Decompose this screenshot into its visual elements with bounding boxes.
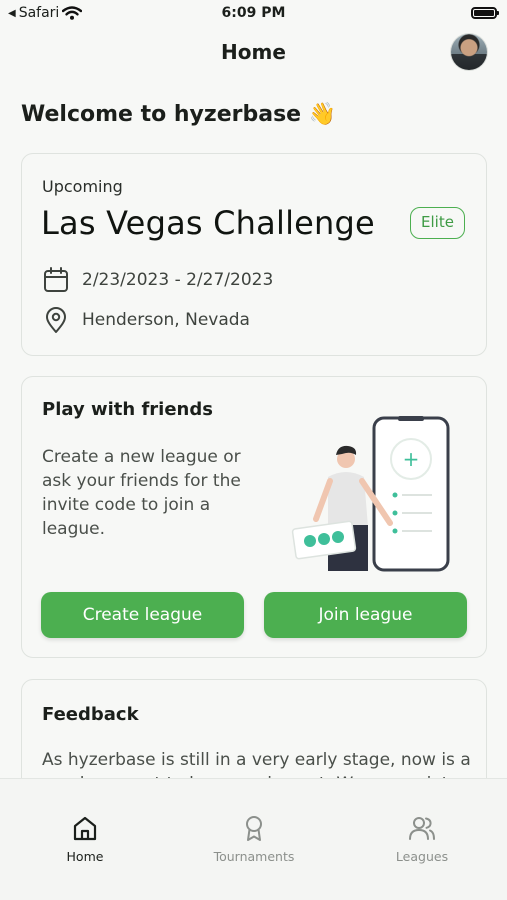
event-location-row: Henderson, Nevada	[42, 306, 250, 334]
tab-bar: Home Tournaments Leagues	[0, 778, 507, 900]
tab-tournaments[interactable]: Tournaments	[174, 813, 334, 864]
location-pin-icon	[46, 307, 66, 333]
home-icon	[73, 816, 97, 841]
create-league-button[interactable]: Create league	[41, 592, 244, 638]
calendar-icon	[44, 267, 68, 292]
event-location: Henderson, Nevada	[82, 310, 250, 330]
event-dates: 2/23/2023 - 2/27/2023	[82, 270, 274, 290]
nav-bar: Home	[0, 28, 507, 80]
page-title: Home	[221, 40, 286, 64]
upcoming-event-card[interactable]: Upcoming Las Vegas Challenge Elite 2/23/…	[21, 153, 487, 356]
tab-leagues[interactable]: Leagues	[342, 813, 502, 864]
avatar[interactable]	[451, 34, 487, 70]
status-bar: ◀ Safari 6:09 PM	[0, 0, 507, 28]
users-icon	[409, 817, 435, 840]
feedback-title: Feedback	[42, 704, 139, 725]
status-time: 6:09 PM	[221, 5, 286, 21]
status-badge: Elite	[410, 207, 465, 239]
tab-home[interactable]: Home	[5, 813, 165, 864]
join-league-button[interactable]: Join league	[264, 592, 467, 638]
tab-label-leagues: Leagues	[395, 849, 449, 864]
welcome-heading: Welcome to hyzerbase 👋	[21, 102, 337, 127]
event-dates-row: 2/23/2023 - 2/27/2023	[42, 266, 273, 294]
award-icon	[246, 816, 262, 841]
friends-illustration: +	[291, 416, 450, 572]
event-name: Las Vegas Challenge	[41, 204, 375, 242]
battery-icon	[471, 7, 499, 19]
tab-label-home: Home	[66, 849, 104, 864]
tab-label-tournaments: Tournaments	[213, 849, 295, 864]
friends-description: Create a new league or ask your friends …	[42, 447, 241, 539]
svg-text:+: +	[403, 447, 420, 471]
upcoming-label: Upcoming	[42, 177, 123, 196]
play-with-friends-card: Play with friends Create a new league or…	[21, 376, 487, 658]
friends-title: Play with friends	[42, 399, 213, 420]
